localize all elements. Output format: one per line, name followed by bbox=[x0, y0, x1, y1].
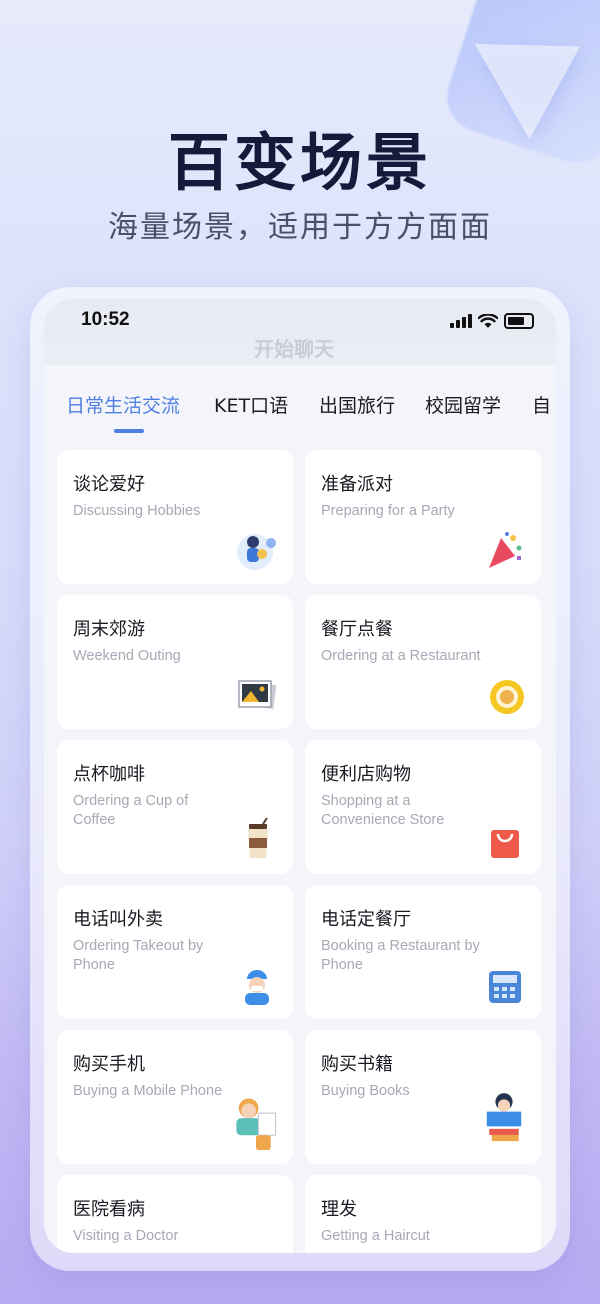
books-icon bbox=[486, 1093, 522, 1142]
scene-subtitle: Weekend Outing bbox=[73, 648, 181, 664]
scene-title: 周末郊游 bbox=[73, 619, 145, 640]
mobile-phone-icon bbox=[236, 1098, 277, 1150]
scene-title: 点杯咖啡 bbox=[73, 764, 145, 785]
scene-subtitle: Visiting a Doctor bbox=[73, 1228, 179, 1244]
scene-title: 电话叫外卖 bbox=[73, 909, 163, 930]
scene-card-coffee[interactable]: 点杯咖啡 Ordering a Cup of Coffee bbox=[57, 740, 293, 874]
phone-screen: 10:52 开始聊天 日常生活交流 KET口语 出国旅行 校园留学 自 谈论爱好… bbox=[44, 299, 556, 1253]
scene-title: 购买手机 bbox=[73, 1054, 145, 1075]
scene-card-takeout[interactable]: 电话叫外卖 Ordering Takeout by Phone bbox=[57, 885, 293, 1019]
scene-subtitle: Ordering at a Restaurant bbox=[321, 648, 481, 664]
signal-icon bbox=[450, 314, 472, 328]
photo-icon bbox=[238, 680, 277, 709]
scene-title: 谈论爱好 bbox=[73, 474, 145, 495]
hobbies-icon bbox=[237, 534, 276, 570]
header-title: 开始聊天 bbox=[254, 337, 334, 361]
status-time: 10:52 bbox=[81, 309, 130, 330]
scene-card-party[interactable]: 准备派对 Preparing for a Party bbox=[305, 450, 541, 584]
delivery-icon bbox=[245, 970, 269, 1005]
scene-subtitle: Buying Books bbox=[321, 1083, 410, 1099]
scene-card-books[interactable]: 购买书籍 Buying Books bbox=[305, 1030, 541, 1164]
scene-title: 购买书籍 bbox=[321, 1054, 393, 1075]
scene-card-doctor[interactable]: 医院看病 Visiting a Doctor bbox=[57, 1175, 293, 1253]
scene-title: 电话定餐厅 bbox=[321, 909, 411, 930]
battery-icon bbox=[504, 313, 534, 329]
hero-title: 百变场景 bbox=[167, 126, 432, 199]
tab-campus-study-abroad[interactable]: 校园留学 bbox=[425, 391, 501, 418]
scene-subtitle: Ordering a Cup of Coffee bbox=[73, 793, 189, 828]
tab-travel-abroad[interactable]: 出国旅行 bbox=[319, 391, 395, 418]
scene-subtitle: Buying a Mobile Phone bbox=[73, 1083, 223, 1099]
scene-card-outing[interactable]: 周末郊游 Weekend Outing bbox=[57, 595, 293, 729]
scene-subtitle: Getting a Haircut bbox=[321, 1228, 430, 1244]
scene-card-hobbies[interactable]: 谈论爱好 Discussing Hobbies bbox=[57, 450, 293, 584]
scene-card-haircut[interactable]: 理发 Getting a Haircut bbox=[305, 1175, 541, 1253]
scene-card-booking[interactable]: 电话定餐厅 Booking a Restaurant by Phone bbox=[305, 885, 541, 1019]
status-bar: 10:52 开始聊天 bbox=[44, 299, 556, 365]
status-icons bbox=[450, 313, 534, 329]
scene-title: 准备派对 bbox=[321, 474, 393, 495]
tab-ket-speaking[interactable]: KET口语 bbox=[214, 391, 288, 418]
scene-title: 便利店购物 bbox=[321, 764, 411, 785]
category-tabs: 日常生活交流 KET口语 出国旅行 校园留学 自 bbox=[44, 391, 556, 441]
shopping-bag-icon bbox=[491, 830, 519, 858]
scene-subtitle: Shopping at a Convenience Store bbox=[321, 793, 445, 828]
tab-daily-life[interactable]: 日常生活交流 bbox=[66, 391, 180, 418]
party-icon bbox=[489, 532, 522, 568]
tab-more[interactable]: 自 bbox=[532, 391, 551, 418]
wifi-icon bbox=[478, 313, 498, 328]
phone-mockup: 10:52 开始聊天 日常生活交流 KET口语 出国旅行 校园留学 自 谈论爱好… bbox=[30, 287, 570, 1271]
coffee-icon bbox=[248, 818, 268, 858]
scene-card-mobile-phone[interactable]: 购买手机 Buying a Mobile Phone bbox=[57, 1030, 293, 1164]
plate-icon bbox=[490, 680, 524, 714]
scene-title: 理发 bbox=[321, 1199, 357, 1220]
scene-subtitle: Preparing for a Party bbox=[321, 503, 455, 519]
scene-card-restaurant[interactable]: 餐厅点餐 Ordering at a Restaurant bbox=[305, 595, 541, 729]
scene-title: 餐厅点餐 bbox=[321, 619, 393, 640]
active-tab-indicator bbox=[114, 429, 144, 433]
scene-subtitle: Discussing Hobbies bbox=[73, 503, 201, 519]
telephone-icon bbox=[489, 971, 521, 1003]
scene-title: 医院看病 bbox=[73, 1199, 145, 1220]
scene-card-convenience-store[interactable]: 便利店购物 Shopping at a Convenience Store bbox=[305, 740, 541, 874]
hero-subtitle: 海量场景，适用于方方面面 bbox=[108, 210, 492, 245]
scene-subtitle: Booking a Restaurant by Phone bbox=[321, 938, 480, 973]
scene-subtitle: Ordering Takeout by Phone bbox=[73, 938, 204, 973]
